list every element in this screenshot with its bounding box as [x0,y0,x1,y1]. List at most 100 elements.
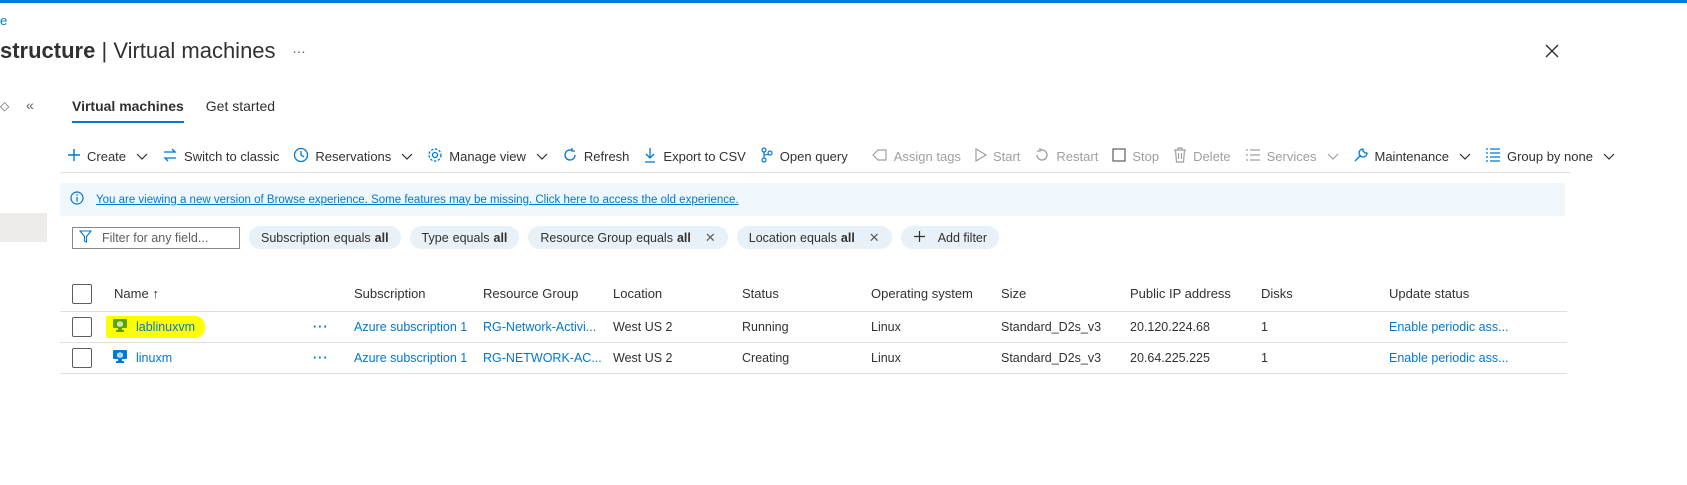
filter-pill-subscription[interactable]: Subscription equals all [249,226,401,249]
group-by-button[interactable]: Group by none [1478,140,1622,172]
column-header-disks[interactable]: Disks [1261,276,1361,311]
filter-pill-value: all [374,230,389,245]
vm-name-cell: lablinuxvm [106,312,266,342]
filter-pill-resource-group[interactable]: Resource Group equals all ✕ [528,226,728,249]
vm-name-link[interactable]: lablinuxvm [136,320,195,334]
tag-icon [871,148,888,165]
list-icon [1245,148,1261,165]
resource-group-link[interactable]: RG-Network-Activi... [483,312,605,342]
row-more-button[interactable]: ··· [313,312,337,342]
remove-filter-icon[interactable]: ✕ [705,230,716,246]
column-header-resource-group[interactable]: Resource Group [483,276,603,311]
location-cell: West US 2 [613,351,673,365]
filter-pill-value: all [676,230,691,245]
stop-button[interactable]: Stop [1105,140,1166,172]
close-icon[interactable] [1541,40,1563,62]
clock-icon [293,147,309,166]
resource-group-link[interactable]: RG-NETWORK-AC... [483,343,605,373]
column-header-status[interactable]: Status [742,276,862,311]
size-cell: Standard_D2s_v3 [1001,320,1102,334]
add-filter-button[interactable]: Add filter [900,226,1000,249]
manage-view-button[interactable]: Manage view [420,140,555,172]
sidebar-toggle-icon[interactable]: ◇ [0,99,9,113]
breadcrumb[interactable]: e [0,13,7,28]
table-row[interactable]: linuxm ··· Azure subscription 1 RG-NETWO… [60,343,1567,374]
chevron-down-icon [1603,149,1615,164]
page-more-button[interactable]: … [292,40,307,56]
filter-pill-field: Location [748,230,797,245]
delete-button[interactable]: Delete [1166,140,1238,172]
reservations-label: Reservations [315,148,392,164]
start-button[interactable]: Start [968,140,1027,172]
create-button[interactable]: Create [60,140,155,172]
switch-arrows-icon [162,148,178,165]
query-icon [760,146,774,166]
tab-bar: Virtual machines Get started [72,98,275,123]
column-header-subscription[interactable]: Subscription [354,276,474,311]
filter-search-placeholder: Filter for any field... [102,230,209,245]
filter-pill-op: equals [452,230,490,245]
sidebar-collapse-icon[interactable]: « [26,97,34,113]
table-header-row: Name ↑ Subscription Resource Group Locat… [60,276,1567,312]
info-icon [70,191,84,208]
update-status-link[interactable]: Enable periodic ass... [1389,343,1559,373]
vm-name-link[interactable]: linuxm [136,351,172,365]
filter-pill-field: Subscription [261,230,330,245]
filter-search-input[interactable]: Filter for any field... [72,226,240,249]
old-experience-link[interactable]: You are viewing a new version of Browse … [96,194,739,206]
column-header-update-status[interactable]: Update status [1389,276,1519,311]
maintenance-label: Maintenance [1374,148,1449,164]
refresh-label: Refresh [583,148,630,164]
subscription-link[interactable]: Azure subscription 1 [354,312,474,342]
stop-icon [1112,147,1126,165]
assign-tags-button[interactable]: Assign tags [865,140,968,172]
group-by-label: Group by none [1506,148,1593,164]
page-title-prefix: structure [0,38,96,63]
filter-pill-field: Type [421,230,449,245]
column-header-name[interactable]: Name ↑ [114,276,234,311]
column-header-os[interactable]: Operating system [871,276,996,311]
public-ip-cell: 20.120.224.68 [1130,320,1210,334]
row-more-button[interactable]: ··· [313,343,337,373]
wrench-icon [1353,147,1369,166]
sidebar-selected-item[interactable] [0,213,47,242]
services-button[interactable]: Services [1238,140,1346,172]
filter-pill-type[interactable]: Type equals all [409,226,520,249]
top-accent-bar [0,0,1687,3]
column-header-location[interactable]: Location [613,276,733,311]
refresh-button[interactable]: Refresh [555,140,637,172]
create-label: Create [87,148,127,164]
filter-pill-value: all [840,230,855,245]
filter-pill-location[interactable]: Location equals all ✕ [736,226,892,249]
maintenance-button[interactable]: Maintenance [1346,140,1478,172]
export-to-csv-button[interactable]: Export to CSV [636,140,752,172]
disks-cell: 1 [1261,320,1268,334]
size-cell: Standard_D2s_v3 [1001,351,1102,365]
chevron-down-icon [136,149,148,164]
column-header-public-ip[interactable]: Public IP address [1130,276,1255,311]
vm-name-cell: linuxm [112,343,272,373]
tab-virtual-machines[interactable]: Virtual machines [72,98,184,123]
filter-bar: Filter for any field... Subscription equ… [72,226,1000,249]
open-query-label: Open query [779,148,848,164]
virtual-machine-icon [112,349,128,367]
filter-pill-op: equals [636,230,673,245]
table-row[interactable]: lablinuxvm ··· Azure subscription 1 RG-N… [60,312,1567,343]
switch-to-classic-button[interactable]: Switch to classic [155,140,286,172]
manage-view-label: Manage view [449,148,526,164]
row-checkbox[interactable] [72,317,92,337]
row-checkbox[interactable] [72,348,92,368]
update-status-link[interactable]: Enable periodic ass... [1389,312,1559,342]
tab-get-started[interactable]: Get started [206,98,275,123]
group-list-icon [1485,147,1501,165]
subscription-link[interactable]: Azure subscription 1 [354,343,474,373]
reservations-button[interactable]: Reservations [286,140,420,172]
restart-button[interactable]: Restart [1027,140,1105,172]
select-all-checkbox[interactable] [72,283,92,304]
chevron-down-icon [401,149,413,164]
column-header-size[interactable]: Size [1001,276,1121,311]
add-filter-label: Add filter [937,230,988,245]
remove-filter-icon[interactable]: ✕ [869,230,880,246]
open-query-button[interactable]: Open query [753,140,855,172]
services-label: Services [1266,148,1317,164]
